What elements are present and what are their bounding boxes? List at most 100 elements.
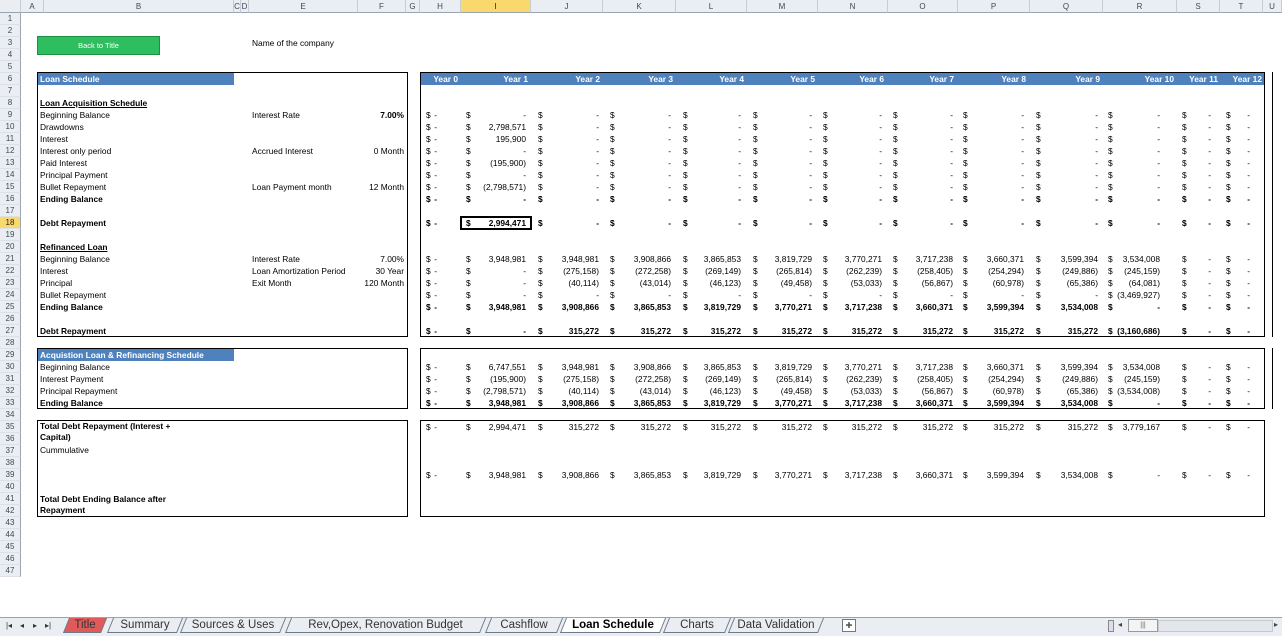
row-header-32[interactable]: 32 <box>0 385 21 397</box>
first-sheet-icon[interactable]: |◂ <box>4 621 14 630</box>
combined-row-3-value-2: 3,908,866 <box>561 398 599 408</box>
column-header-k[interactable]: K <box>603 0 676 13</box>
row-header-10[interactable]: 10 <box>0 121 21 133</box>
row-header-16[interactable]: 16 <box>0 193 21 205</box>
column-header-g[interactable]: G <box>406 0 420 13</box>
column-header-h[interactable]: H <box>420 0 461 13</box>
row-header-18[interactable]: 18 <box>0 217 21 229</box>
row-header-5[interactable]: 5 <box>0 61 21 73</box>
row-header-29[interactable]: 29 <box>0 349 21 361</box>
column-header-j[interactable]: J <box>531 0 603 13</box>
refi-label-4: Ending Balance <box>40 302 103 312</box>
sheet-tab-sources-uses[interactable]: Sources & Uses <box>179 618 287 633</box>
acq-debt-row-value-6: - <box>879 218 882 228</box>
row-header-15[interactable]: 15 <box>0 181 21 193</box>
row-header-7[interactable]: 7 <box>0 85 21 97</box>
row-header-45[interactable]: 45 <box>0 541 21 553</box>
scroll-right-icon[interactable]: ▸ <box>1274 620 1278 629</box>
row-header-3[interactable]: 3 <box>0 37 21 49</box>
row-header-11[interactable]: 11 <box>0 133 21 145</box>
horizontal-scroll-thumb[interactable]: ||| <box>1128 619 1158 632</box>
row-header-12[interactable]: 12 <box>0 145 21 157</box>
row-header-33[interactable]: 33 <box>0 397 21 409</box>
row-header-26[interactable]: 26 <box>0 313 21 325</box>
column-header-p[interactable]: P <box>958 0 1030 13</box>
select-all-corner[interactable] <box>0 0 21 13</box>
row-header-23[interactable]: 23 <box>0 277 21 289</box>
column-header-l[interactable]: L <box>676 0 747 13</box>
column-header-s[interactable]: S <box>1177 0 1220 13</box>
selected-cell[interactable] <box>460 216 532 230</box>
row-header-27[interactable]: 27 <box>0 325 21 337</box>
row-header-35[interactable]: 35 <box>0 421 21 433</box>
prev-sheet-icon[interactable]: ◂ <box>17 621 27 630</box>
row-header-43[interactable]: 43 <box>0 517 21 529</box>
sheet-tab-cashflow[interactable]: Cashflow <box>484 618 564 633</box>
column-header-i[interactable]: I <box>461 0 531 13</box>
next-sheet-icon[interactable]: ▸ <box>30 621 40 630</box>
last-sheet-icon[interactable]: ▸| <box>43 621 53 630</box>
column-header-t[interactable]: T <box>1220 0 1263 13</box>
row-header-21[interactable]: 21 <box>0 253 21 265</box>
row-header-39[interactable]: 39 <box>0 469 21 481</box>
row-header-22[interactable]: 22 <box>0 265 21 277</box>
row-header-20[interactable]: 20 <box>0 241 21 253</box>
column-header-n[interactable]: N <box>818 0 888 13</box>
sheet-tab-charts[interactable]: Charts <box>662 618 732 633</box>
row-header-25[interactable]: 25 <box>0 301 21 313</box>
combined-row-3-value-8: 3,599,394 <box>986 398 1024 408</box>
acq-row-4-value-4: - <box>738 158 741 168</box>
row-header-9[interactable]: 9 <box>0 109 21 121</box>
row-header-28[interactable]: 28 <box>0 337 21 349</box>
row-header-31[interactable]: 31 <box>0 373 21 385</box>
refi-row-3-value-3: - <box>668 290 671 300</box>
column-header-d[interactable]: D <box>241 0 249 13</box>
row-header-6[interactable]: 6 <box>0 73 21 85</box>
column-header-e[interactable]: E <box>249 0 358 13</box>
row-header-17[interactable]: 17 <box>0 205 21 217</box>
row-header-8[interactable]: 8 <box>0 97 21 109</box>
tab-split-handle[interactable] <box>1108 620 1114 632</box>
back-to-title-button[interactable]: Back to Title <box>37 36 160 55</box>
row-header-4[interactable]: 4 <box>0 49 21 61</box>
sheet-tab-data-validation[interactable]: Data Validation <box>727 618 825 633</box>
row-header-34[interactable]: 34 <box>0 409 21 421</box>
acq-row-2-value-12: - <box>1247 134 1250 144</box>
column-header-c[interactable]: C <box>234 0 241 13</box>
row-header-40[interactable]: 40 <box>0 481 21 493</box>
column-header-b[interactable]: B <box>44 0 234 13</box>
refi-row-4-value-0: - <box>434 302 437 312</box>
insert-sheet-icon[interactable]: ✚ <box>842 619 856 632</box>
row-header-46[interactable]: 46 <box>0 553 21 565</box>
column-header-f[interactable]: F <box>358 0 406 13</box>
row-header-1[interactable]: 1 <box>0 13 21 25</box>
row-header-13[interactable]: 13 <box>0 157 21 169</box>
row-header-41[interactable]: 41 <box>0 493 21 505</box>
scroll-left-icon[interactable]: ◂ <box>1118 620 1122 629</box>
sheet-tab-summary[interactable]: Summary <box>106 618 184 633</box>
acq-label-3: Interest only period <box>40 146 112 156</box>
column-header-m[interactable]: M <box>747 0 818 13</box>
sheet-tab-rev-opex-renovation-budget[interactable]: Rev,Opex, Renovation Budget <box>284 618 487 633</box>
row-header-42[interactable]: 42 <box>0 505 21 517</box>
column-header-o[interactable]: O <box>888 0 958 13</box>
sheet-tab-loan-schedule[interactable]: Loan Schedule <box>559 618 667 633</box>
row-header-19[interactable]: 19 <box>0 229 21 241</box>
row-header-44[interactable]: 44 <box>0 529 21 541</box>
acq-row-1-value-9: - <box>1095 122 1098 132</box>
row-header-47[interactable]: 47 <box>0 565 21 577</box>
column-header-q[interactable]: Q <box>1030 0 1103 13</box>
horizontal-scrollbar[interactable] <box>1158 620 1273 632</box>
column-header-a[interactable]: A <box>21 0 44 13</box>
row-header-14[interactable]: 14 <box>0 169 21 181</box>
row-header-2[interactable]: 2 <box>0 25 21 37</box>
row-header-37[interactable]: 37 <box>0 445 21 457</box>
column-header-u[interactable]: U <box>1263 0 1282 13</box>
row-header-38[interactable]: 38 <box>0 457 21 469</box>
row-header-36[interactable]: 36 <box>0 433 21 445</box>
row-header-24[interactable]: 24 <box>0 289 21 301</box>
sheet-tab-title[interactable]: Title <box>62 618 108 633</box>
column-header-r[interactable]: R <box>1103 0 1177 13</box>
row-header-30[interactable]: 30 <box>0 361 21 373</box>
refi-row-0-value-6: 3,770,271 <box>844 254 882 264</box>
